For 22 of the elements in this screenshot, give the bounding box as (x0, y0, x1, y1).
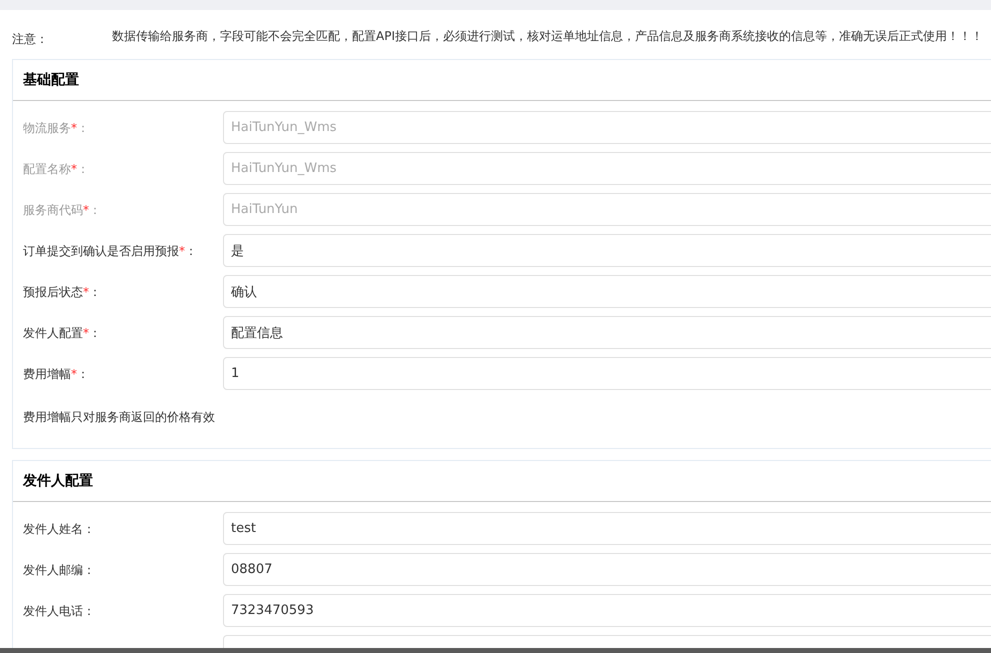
field-label: 发件人配置*： (22, 324, 102, 342)
field-label: 订单提交到确认是否启用预报*： (22, 242, 198, 260)
notice-label: 注意： (12, 31, 49, 48)
text-field[interactable]: 1 (223, 357, 991, 390)
field-label: 服务商代码*： (22, 202, 102, 218)
notice-text: 数据传输给服务商，字段可能不会完全匹配，配置API接口后，必须进行测试，核对运单地址信息，产品信息及服务商系统接收的信息等，准确无误后正式使用！！！ (112, 28, 983, 45)
field-note: 费用增幅只对服务商返回的价格有效 (23, 408, 215, 426)
section-title: 基础配置 (23, 70, 79, 90)
field-label: 预报后状态*： (22, 284, 102, 300)
section-title: 发件人配置 (23, 472, 93, 490)
text-field[interactable]: 配置信息 (223, 316, 991, 349)
text-field[interactable]: 确认 (223, 275, 991, 308)
field-label: 配置名称*： (22, 160, 90, 178)
text-field[interactable]: test (223, 512, 991, 545)
field-label: 发件人邮编： (22, 562, 96, 578)
field-label: 费用增幅*： (22, 366, 90, 382)
text-field[interactable]: 是 (223, 234, 991, 267)
text-field[interactable]: 08807 (223, 553, 991, 586)
field-label: 物流服务*： (22, 120, 90, 136)
field-label: 发件人姓名： (22, 520, 96, 538)
field-label: 发件人电话： (22, 602, 96, 620)
text-field[interactable]: 7323470593 (223, 594, 991, 627)
